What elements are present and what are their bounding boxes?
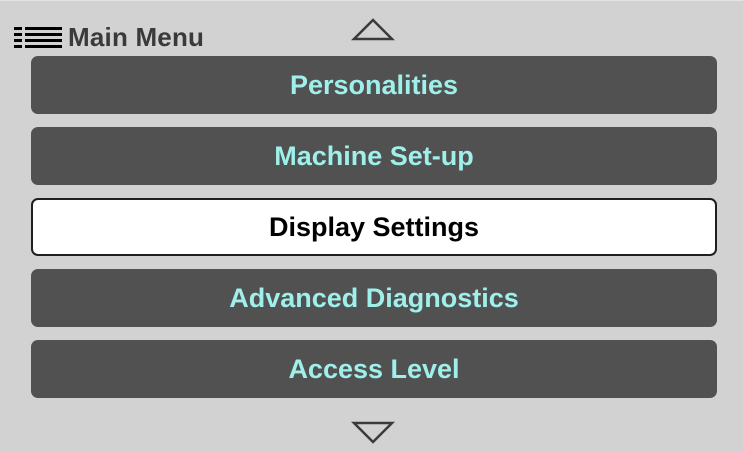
menu-header: Main Menu [14,19,204,55]
chevron-down-icon [350,421,396,444]
main-menu-screen: Main Menu Personalities Machine Set-up D… [0,0,743,452]
scroll-up-button[interactable] [350,17,396,43]
menu-item-machine-setup[interactable]: Machine Set-up [31,127,717,185]
menu-item-label: Advanced Diagnostics [229,282,519,313]
menu-item-label: Personalities [289,69,459,100]
menu-item-access-level[interactable]: Access Level [31,340,717,398]
menu-item-label: Access Level [288,353,460,384]
menu-item-advanced-diagnostics[interactable]: Advanced Diagnostics [31,269,717,327]
menu-item-label: Machine Set-up [274,140,474,171]
menu-item-display-settings[interactable]: Display Settings [31,198,717,256]
list-menu-icon [14,25,62,49]
menu-item-label: Display Settings [268,211,480,242]
page-title: Main Menu [68,21,205,52]
menu-list: Personalities Machine Set-up Display Set… [31,56,717,411]
scroll-down-button[interactable] [350,419,396,445]
chevron-up-icon [350,18,396,41]
menu-item-personalities[interactable]: Personalities [31,56,717,114]
